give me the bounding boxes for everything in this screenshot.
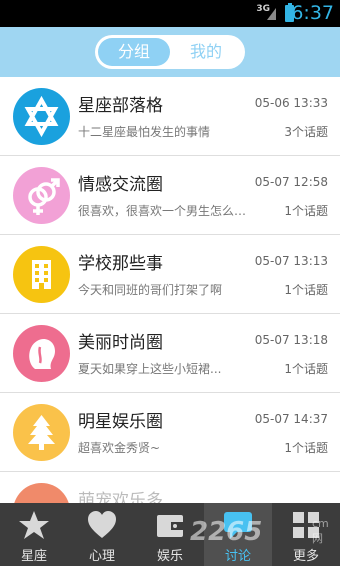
status-time: 6:37: [291, 2, 334, 24]
group-row[interactable]: 明星娱乐圈 05-07 14:37 超喜欢金秀贤~ 1个话题: [0, 393, 340, 472]
group-latest-topic: 超喜欢金秀贤~: [78, 441, 161, 455]
group-row[interactable]: 美丽时尚圈 05-07 13:18 夏天如果穿上这些小短裙... 1个话题: [0, 314, 340, 393]
star-icon: [19, 511, 49, 539]
group-latest-topic: 很喜欢，很喜欢一个男生怎么办？: [78, 204, 253, 218]
status-bar: 3G 6:37: [0, 0, 340, 27]
group-row[interactable]: 情感交流圈 05-07 12:58 很喜欢，很喜欢一个男生怎么办？ 1个话题: [0, 156, 340, 235]
group-topic-count: 1个话题: [284, 362, 328, 376]
group-time: 05-07 14:37: [254, 412, 328, 426]
group-latest-topic: 今天和同班的哥们打架了啊: [78, 283, 223, 297]
group-title: 星座部落格: [78, 96, 163, 116]
group-list: 星座部落格 05-06 13:33 十二星座最怕发生的事情 3个话题 情感交流圈…: [0, 77, 340, 503]
group-title: 学校那些事: [78, 254, 163, 274]
group-title: 情感交流圈: [78, 175, 163, 195]
group-row[interactable]: 萌宠欢乐多: [0, 472, 340, 503]
group-topic-count: 3个话题: [284, 125, 328, 139]
group-time: 05-06 13:33: [254, 96, 328, 110]
watermark: 2265 cm网: [190, 517, 329, 547]
group-topic-count: 1个话题: [284, 283, 328, 297]
tab-xinli[interactable]: 心理: [68, 503, 136, 566]
building-icon: [13, 246, 70, 303]
group-title: 萌宠欢乐多: [78, 491, 163, 503]
music-icon: [13, 483, 70, 503]
signal-icon: [267, 8, 276, 20]
group-row[interactable]: 学校那些事 05-07 13:13 今天和同班的哥们打架了啊 1个话题: [0, 235, 340, 314]
segment-groups-tab[interactable]: 分组: [98, 38, 170, 66]
watermark-text: 2265: [190, 517, 263, 547]
segment-control: 分组 我的: [95, 35, 245, 69]
tab-xingzuo[interactable]: 星座: [0, 503, 68, 566]
tab-gengduo[interactable]: 更多: [272, 503, 340, 566]
group-time: 05-07 13:18: [254, 333, 328, 347]
group-title: 美丽时尚圈: [78, 333, 163, 353]
heart-icon: [88, 511, 116, 538]
group-latest-topic: 十二星座最怕发生的事情: [78, 125, 211, 139]
woman-profile-icon: [13, 325, 70, 382]
tab-label: 星座: [20, 549, 47, 564]
gender-symbols-icon: [13, 167, 70, 224]
tree-icon: [13, 404, 70, 461]
segment-mine-tab[interactable]: 我的: [170, 38, 242, 66]
watermark-sub: cm网: [312, 517, 329, 545]
tab-label: 讨论: [224, 549, 251, 564]
star-of-david-icon: [13, 88, 70, 145]
tab-label: 娱乐: [156, 549, 183, 564]
top-header: 分组 我的: [0, 27, 340, 77]
tab-label: 更多: [292, 549, 319, 564]
wallet-icon: [157, 515, 183, 537]
group-time: 05-07 13:13: [254, 254, 328, 268]
group-latest-topic: 夏天如果穿上这些小短裙...: [78, 362, 222, 376]
bottom-tab-bar: 星座 心理 娱乐 讨论 更多: [0, 503, 340, 566]
tab-label: 心理: [88, 549, 115, 564]
group-topic-count: 1个话题: [284, 204, 328, 218]
group-time: 05-07 12:58: [254, 175, 328, 189]
group-topic-count: 1个话题: [284, 441, 328, 455]
group-title: 明星娱乐圈: [78, 412, 163, 432]
group-row[interactable]: 星座部落格 05-06 13:33 十二星座最怕发生的事情 3个话题: [0, 77, 340, 156]
